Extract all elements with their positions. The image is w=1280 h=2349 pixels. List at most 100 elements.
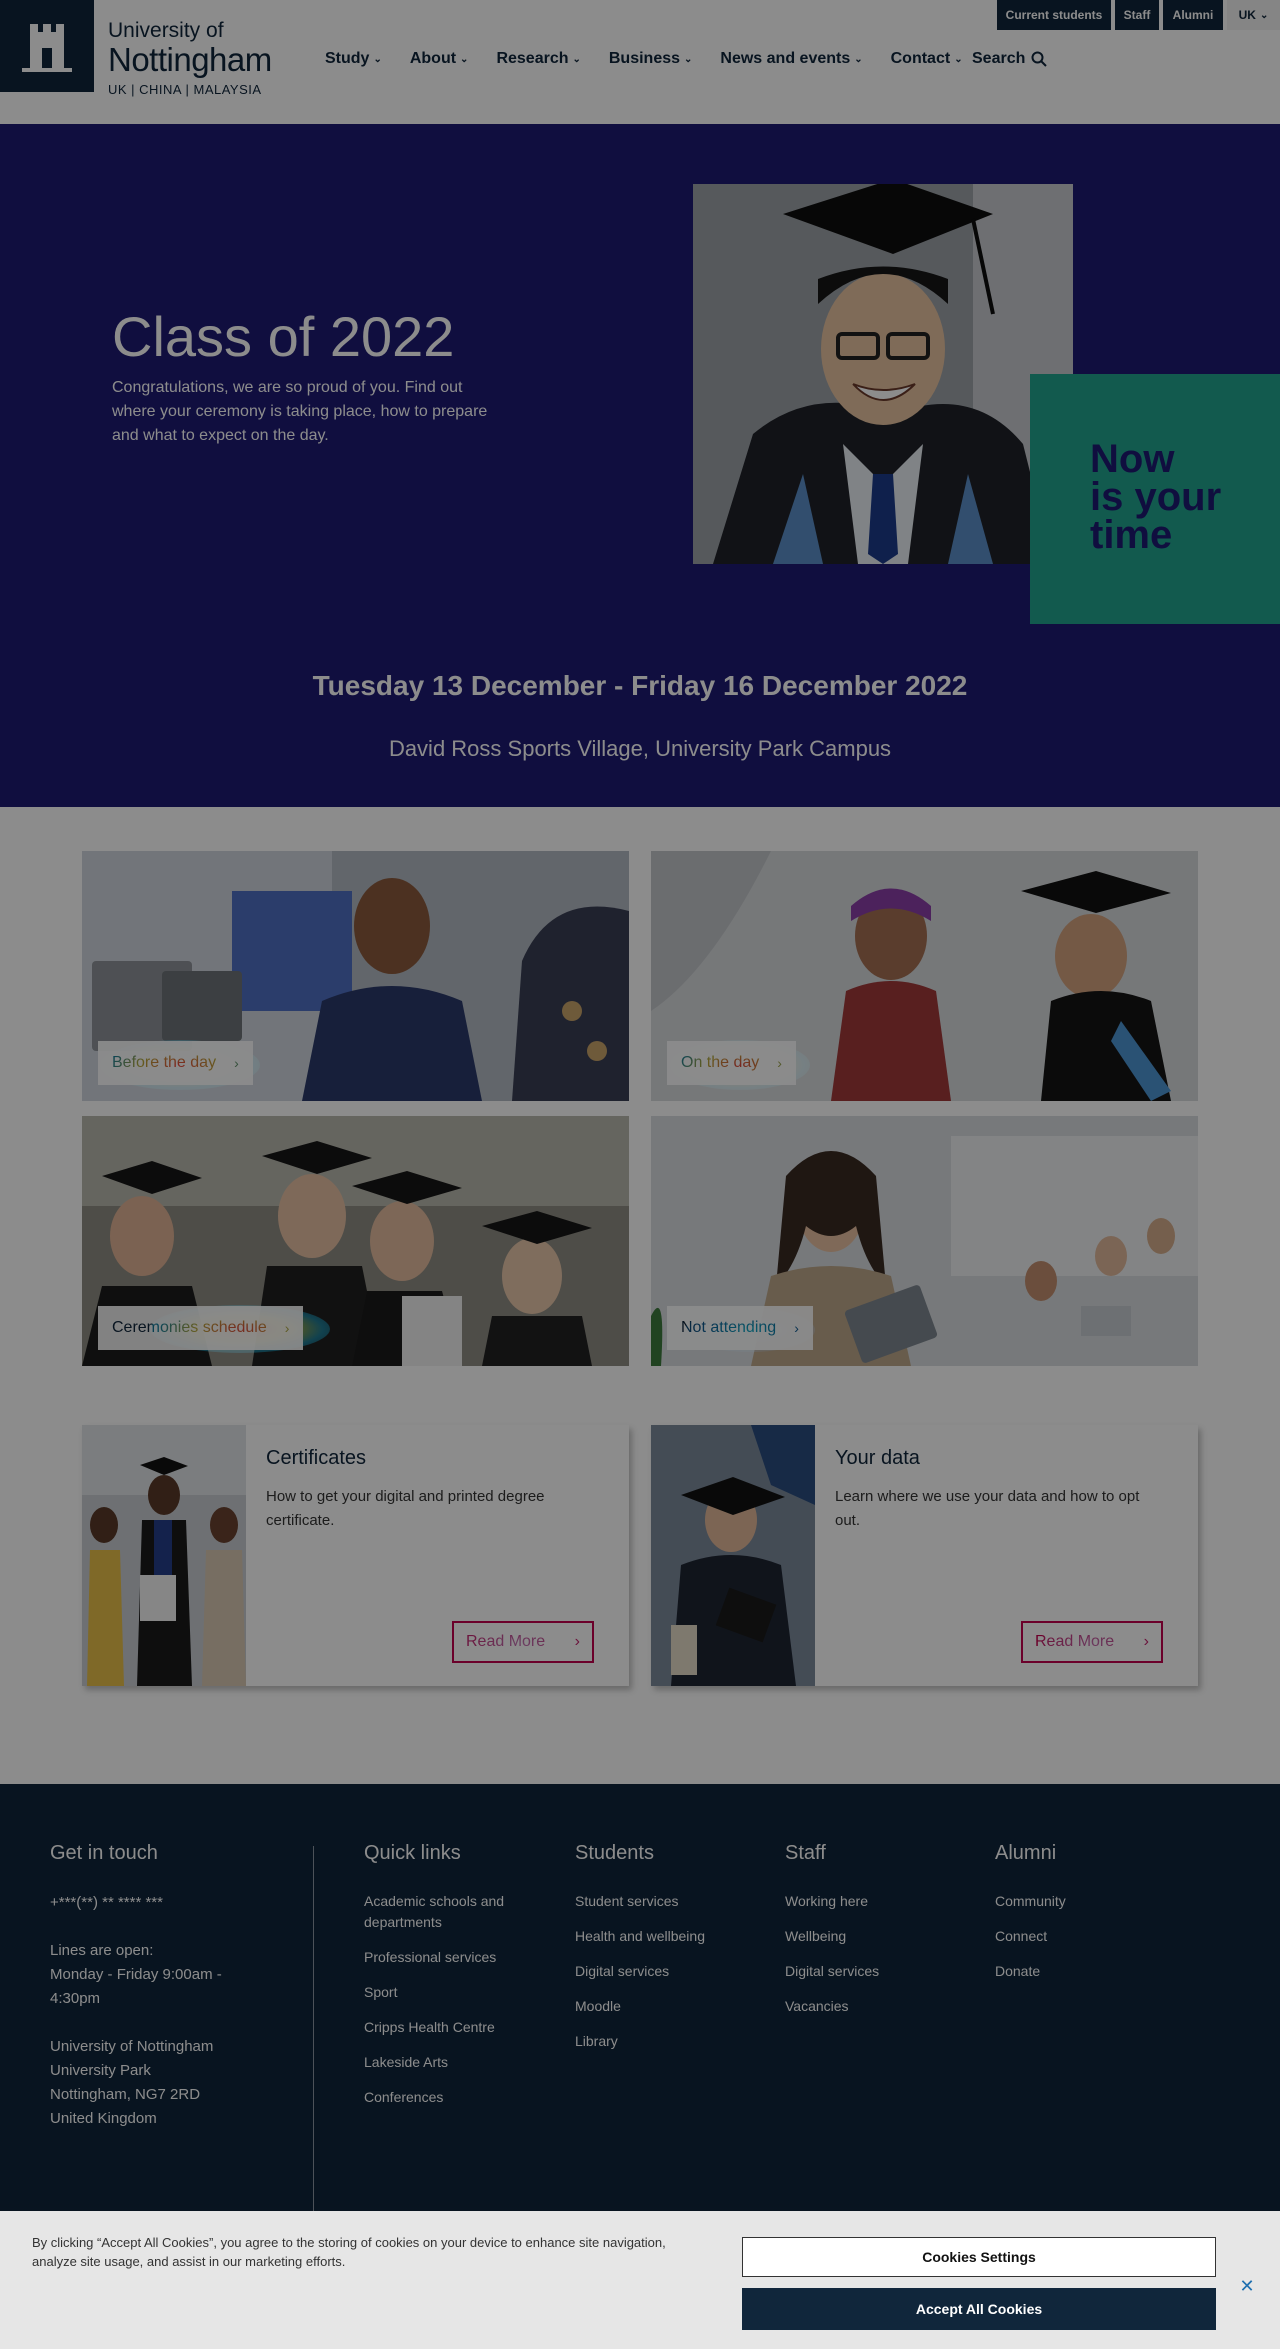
main-nav: Study ⌄ About ⌄ Research ⌄ Business ⌄ News a…	[325, 50, 991, 68]
tile-on-the-day[interactable]: On the day ›	[651, 851, 1198, 1101]
current-students-link[interactable]: Current students	[997, 0, 1111, 30]
region-selector[interactable]: UK ⌄	[1227, 0, 1280, 30]
footer-phone[interactable]: +***(**) ** **** ***	[50, 1891, 250, 1915]
ceremony-dates: Tuesday 13 December - Friday 16 December…	[312, 670, 968, 701]
chevron-right-icon: ›	[234, 1055, 239, 1071]
tile-not-attending[interactable]: Not attending ›	[651, 1116, 1198, 1366]
cookie-notice-text: By clicking “Accept All Cookies”, you ag…	[32, 2235, 666, 2269]
footer-link[interactable]: Student services	[575, 1891, 755, 1912]
close-icon[interactable]: ✕	[1236, 2275, 1258, 2297]
nav-label: Business	[608, 50, 681, 67]
chevron-down-icon: ⌄	[954, 53, 963, 65]
tile-label-text: Ceremonies schedule	[112, 1319, 267, 1336]
tile-before-the-day[interactable]: Before the day ›	[82, 851, 629, 1101]
footer-link[interactable]: Lakeside Arts	[364, 2052, 544, 2073]
badge-line-1: Now	[1090, 437, 1175, 481]
logo-line-2: Nottingham	[108, 41, 272, 78]
footer-link[interactable]: Health and wellbeing	[575, 1926, 755, 1947]
card-description: Learn where we use your data and how to …	[835, 1488, 1140, 1529]
tile-label[interactable]: Before the day ›	[98, 1041, 253, 1085]
read-more-button[interactable]: Read More ›	[452, 1621, 594, 1663]
logo-wordmark[interactable]: University of Nottingham UK | CHINA | MA…	[108, 20, 272, 98]
nav-label: News and events	[720, 50, 851, 67]
card-title: Certificates	[266, 1447, 367, 1469]
chevron-right-icon: ›	[1143, 1633, 1149, 1650]
footer-link[interactable]: Cripps Health Centre	[364, 2017, 544, 2038]
search-button[interactable]: Search	[972, 50, 1048, 68]
tile-label[interactable]: On the day ›	[667, 1041, 796, 1085]
footer-link[interactable]: Professional services	[364, 1947, 544, 1968]
footer-divider	[313, 1846, 314, 2226]
chevron-down-icon: ⌄	[684, 53, 693, 65]
tile-label-text: Not attending	[681, 1319, 777, 1336]
footer-link[interactable]: Conferences	[364, 2087, 544, 2108]
footer-heading: Staff	[785, 1842, 826, 1864]
castle-crest-icon	[22, 24, 72, 72]
staff-link[interactable]: Staff	[1115, 0, 1159, 30]
card-your-data: Your data Learn where we use your data a…	[651, 1425, 1198, 1686]
footer-staff: Staff Working here Wellbeing Digital ser…	[785, 1842, 965, 2031]
ceremony-venue: David Ross Sports Village, University Pa…	[388, 736, 892, 761]
tile-label-text: Before the day	[112, 1054, 217, 1071]
chevron-down-icon: ⌄	[460, 53, 469, 65]
nav-label: Study	[325, 50, 370, 67]
footer-link[interactable]: Connect	[995, 1926, 1175, 1947]
tile-label-text: On the day	[681, 1054, 760, 1071]
footer-quick-links: Quick links Academic schools and departm…	[364, 1842, 544, 2122]
logo-campuses: UK | CHINA | MALAYSIA	[108, 82, 262, 97]
chevron-right-icon: ›	[777, 1055, 782, 1071]
cookies-settings-button[interactable]: Cookies Settings	[742, 2237, 1216, 2277]
footer-heading: Quick links	[364, 1842, 461, 1864]
footer-link[interactable]: Academic schools and departments	[364, 1891, 544, 1933]
footer-link[interactable]: Library	[575, 2031, 755, 2052]
footer-students: Students Student services Health and wel…	[575, 1842, 755, 2066]
hero-title: Class of 2022	[112, 305, 455, 368]
tile-ceremonies-schedule[interactable]: Ceremonies schedule ›	[82, 1116, 629, 1366]
chevron-right-icon: ›	[574, 1633, 580, 1650]
footer-address-line: University Park	[50, 2062, 151, 2079]
certificates-photo	[82, 1425, 246, 1686]
footer-link[interactable]: Sport	[364, 1982, 544, 2003]
nav-research[interactable]: Research ⌄	[496, 50, 580, 68]
alumni-link[interactable]: Alumni	[1163, 0, 1223, 30]
footer-link[interactable]: Donate	[995, 1961, 1175, 1982]
chevron-down-icon: ⌄	[1259, 9, 1269, 21]
nav-contact[interactable]: Contact ⌄	[891, 50, 963, 68]
hero-section: Class of 2022 Congratulations, we are so…	[0, 124, 1280, 807]
footer-link[interactable]: Digital services	[785, 1961, 965, 1982]
nav-label: About	[409, 50, 457, 67]
nav-business[interactable]: Business ⌄	[609, 50, 693, 68]
footer-link[interactable]: Vacancies	[785, 1996, 965, 2017]
tile-label[interactable]: Not attending ›	[667, 1306, 813, 1350]
logo-crest[interactable]	[0, 0, 94, 92]
footer-hours: Monday - Friday 9:00am - 4:30pm	[50, 1966, 222, 2007]
footer-address-line: United Kingdom	[50, 2110, 157, 2127]
accept-all-cookies-button[interactable]: Accept All Cookies	[742, 2288, 1216, 2330]
footer-heading: Alumni	[995, 1842, 1057, 1864]
button-label: Read More	[466, 1633, 546, 1650]
footer-address-line: University of Nottingham	[50, 2038, 214, 2055]
nav-label: Research	[496, 50, 569, 67]
footer-address-line: Nottingham, NG7 2RD	[50, 2086, 201, 2103]
region-label: UK	[1238, 8, 1256, 22]
now-is-your-time-badge: Now is your time	[1030, 374, 1280, 624]
search-label: Search	[972, 50, 1026, 67]
badge-text: Now is your time	[1090, 437, 1221, 555]
site-header: University of Nottingham UK | CHINA | MA…	[0, 0, 1280, 124]
footer-link[interactable]: Moodle	[575, 1996, 755, 2017]
read-more-button[interactable]: Read More ›	[1021, 1621, 1163, 1663]
chevron-right-icon: ›	[284, 1320, 290, 1336]
footer-link[interactable]: Wellbeing	[785, 1926, 965, 1947]
tile-label[interactable]: Ceremonies schedule ›	[98, 1306, 304, 1350]
nav-news-events[interactable]: News and events ⌄	[720, 50, 862, 68]
footer-link[interactable]: Community	[995, 1891, 1175, 1912]
footer-link[interactable]: Digital services	[575, 1961, 755, 1982]
footer-link[interactable]: Working here	[785, 1891, 965, 1912]
chevron-down-icon: ⌄	[854, 53, 863, 65]
nav-about[interactable]: About ⌄	[410, 50, 469, 68]
card-description: How to get your digital and printed degr…	[266, 1488, 545, 1529]
hero-graduate-photo	[693, 184, 1073, 564]
nav-study[interactable]: Study ⌄	[325, 50, 382, 68]
footer-heading: Students	[575, 1842, 654, 1864]
cookie-banner: By clicking “Accept All Cookies”, you ag…	[0, 2211, 1280, 2349]
